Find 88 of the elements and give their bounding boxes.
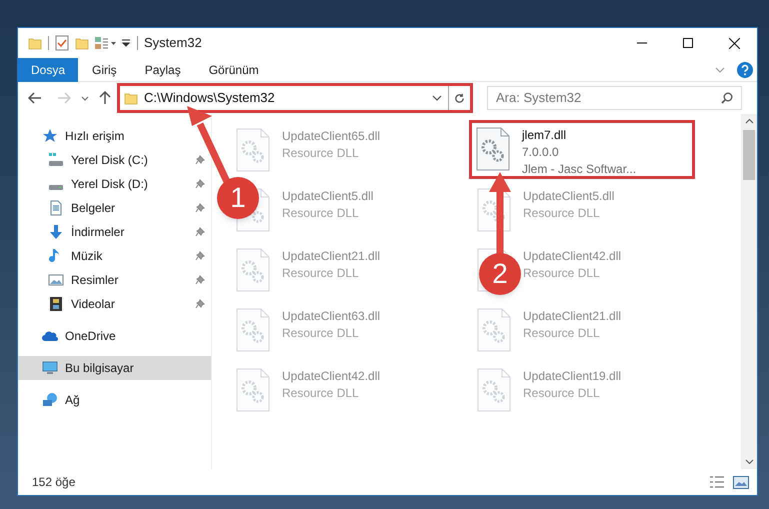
navigation-item[interactable]: Yerel Disk (C:) — [18, 148, 211, 172]
navigation-item[interactable]: Hızlı erişim — [18, 124, 211, 148]
file-detail: Resource DLL — [523, 265, 601, 282]
navigation-item[interactable]: Müzik — [18, 244, 211, 268]
scrollbar[interactable] — [741, 114, 757, 469]
pin-icon[interactable] — [195, 155, 205, 165]
network-icon — [42, 392, 58, 408]
pin-icon[interactable] — [195, 275, 205, 285]
window-title: System32 — [144, 34, 202, 52]
navigation-item[interactable]: İndirmeler — [18, 220, 211, 244]
file-detail: Resource DLL — [523, 385, 601, 402]
pin-icon[interactable] — [195, 227, 205, 237]
navigation-item[interactable]: Ağ — [18, 388, 211, 412]
chevron-down-icon[interactable] — [432, 95, 442, 101]
file-detail: Resource DLL — [282, 385, 360, 402]
maximize-icon — [683, 38, 693, 48]
monitor-icon — [42, 360, 58, 376]
picture-icon — [48, 272, 64, 288]
navigation-label: Resimler — [71, 272, 118, 289]
navigation-item[interactable]: Resimler — [18, 268, 211, 292]
gear-file-icon — [477, 308, 511, 352]
status-text: 152 öğe — [32, 474, 76, 491]
ribbon-tab[interactable]: Giriş — [78, 58, 131, 82]
search-input[interactable]: Ara: System32 — [496, 88, 721, 108]
pin-icon[interactable] — [195, 251, 205, 261]
navigation-label: Yerel Disk (C:) — [71, 152, 148, 169]
pin-icon[interactable] — [195, 179, 205, 189]
gear-file-icon — [477, 368, 511, 412]
navigation-item[interactable]: Videolar — [18, 292, 211, 316]
navigation-label: Yerel Disk (D:) — [71, 176, 148, 193]
large-icons-view-icon[interactable] — [733, 476, 749, 488]
navigation-item[interactable]: Bu bilgisayar — [18, 356, 211, 380]
gear-file-icon — [236, 128, 270, 172]
search-icon — [721, 92, 733, 104]
gear-file-icon — [236, 308, 270, 352]
file-detail: Resource DLL — [523, 205, 601, 222]
file-name[interactable]: jlem7.dll — [522, 127, 636, 144]
navigation-label: Ağ — [65, 392, 80, 409]
file-detail: Resource DLL — [282, 265, 360, 282]
navigation-item[interactable]: Belgeler — [18, 196, 211, 220]
drive-icon — [48, 184, 64, 190]
file-detail: 7.0.0.0 — [522, 144, 560, 161]
navigation-label: Belgeler — [71, 200, 116, 217]
download-arrow-icon — [48, 224, 64, 240]
file-detail: Resource DLL — [282, 205, 360, 222]
navigation-label: Bu bilgisayar — [65, 360, 134, 377]
search-field[interactable]: Ara: System32 — [487, 86, 742, 110]
properties-icon[interactable] — [55, 35, 69, 51]
file-detail: Jlem - Jasc Softwar... — [522, 161, 636, 178]
help-icon[interactable] — [737, 62, 753, 78]
gear-file-icon — [236, 248, 270, 292]
back-arrow-icon[interactable] — [28, 92, 42, 104]
address-field[interactable]: C:\Windows\System32 — [120, 86, 448, 110]
navigation-label: OneDrive — [65, 328, 116, 345]
address-path: C:\Windows\System32 — [144, 89, 275, 108]
navigation-item[interactable]: OneDrive — [18, 324, 211, 348]
ribbon-tab[interactable]: Görünüm — [194, 58, 273, 82]
file-detail: Resource DLL — [523, 325, 601, 342]
ribbon-tab[interactable]: Paylaş — [130, 58, 195, 82]
refresh-icon — [454, 92, 465, 104]
file-detail: Resource DLL — [282, 145, 360, 162]
chevron-down-icon[interactable] — [81, 96, 89, 100]
scrollbar-thumb[interactable] — [743, 130, 755, 180]
expand-ribbon-icon[interactable] — [715, 66, 725, 72]
scroll-down-icon[interactable] — [744, 459, 754, 465]
details-view-icon[interactable] — [709, 476, 725, 488]
minimize-icon — [637, 42, 647, 44]
film-icon — [48, 296, 64, 312]
gear-file-icon — [477, 188, 511, 232]
gear-file-icon — [476, 127, 510, 171]
close-icon — [728, 38, 740, 48]
ribbon-tab[interactable]: Dosya — [18, 58, 78, 82]
pin-icon[interactable] — [195, 299, 205, 309]
navigation-label: Müzik — [71, 248, 102, 265]
navigation-label: Hızlı erişim — [65, 128, 124, 145]
navigation-label: Videolar — [71, 296, 115, 313]
drive-icon — [48, 152, 64, 168]
view-options-icon[interactable] — [95, 36, 117, 50]
file-detail: Resource DLL — [282, 325, 360, 342]
navigation-label: İndirmeler — [71, 224, 124, 241]
dropdown-icon[interactable] — [121, 38, 131, 48]
up-arrow-icon[interactable] — [99, 91, 111, 105]
star-icon — [42, 128, 58, 144]
navigation-item[interactable]: Yerel Disk (D:) — [18, 172, 211, 196]
scroll-up-icon[interactable] — [744, 118, 754, 124]
document-icon — [48, 200, 64, 216]
pin-icon[interactable] — [195, 203, 205, 213]
gear-file-icon — [236, 368, 270, 412]
